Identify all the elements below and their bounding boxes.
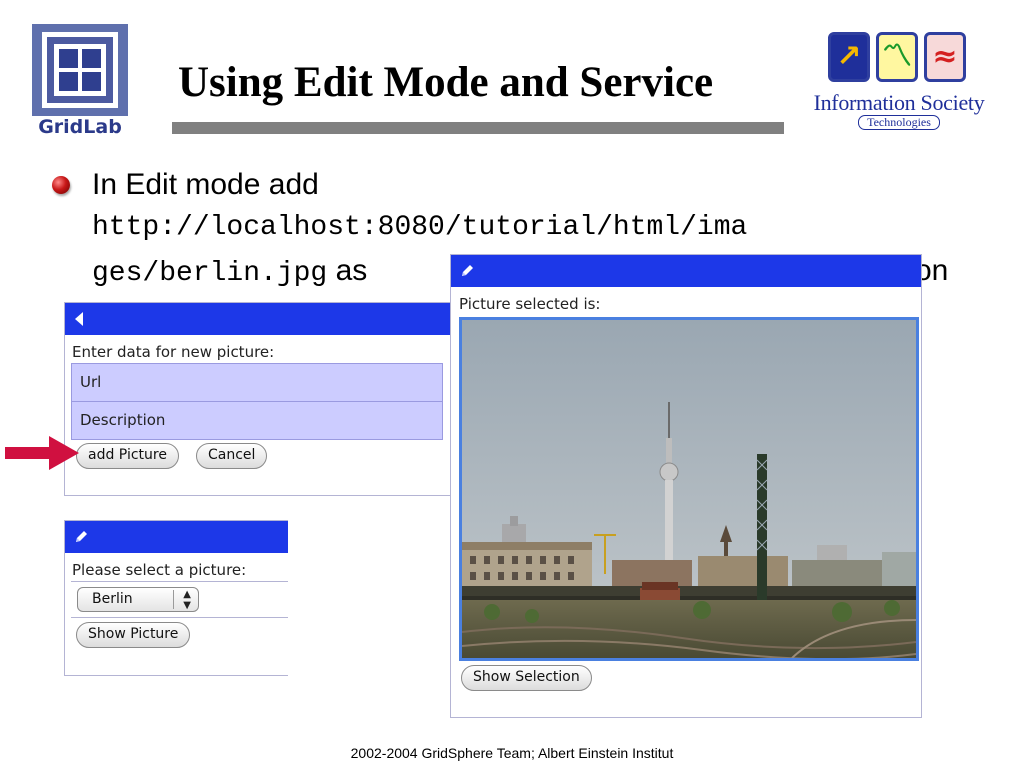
footer-credits: 2002-2004 GridSphere Team; Albert Einste… — [350, 745, 674, 761]
gridlab-logo: GridLab — [32, 24, 128, 138]
gridlab-logo-mark — [32, 24, 128, 116]
pointer-arrow-icon — [5, 436, 79, 470]
show-selection-button[interactable]: Show Selection — [461, 665, 592, 691]
bullet-icon — [52, 176, 70, 194]
ist-logo-name: Information Society — [813, 90, 985, 115]
portlet-titlebar — [451, 255, 921, 287]
portlet-titlebar — [65, 521, 288, 553]
back-arrow-icon[interactable] — [75, 312, 83, 326]
add-picture-button[interactable]: add Picture — [76, 443, 179, 469]
picture-selected-heading: Picture selected is: — [459, 295, 601, 313]
portlet-titlebar — [65, 303, 451, 335]
picture-select[interactable]: Berlin ▲ ▼ — [77, 587, 199, 612]
bullet-url-line2: ges/berlin.jpg — [92, 258, 328, 289]
bullet-url-line1: http://localhost:8080/tutorial/html/ima — [92, 212, 748, 243]
add-picture-portlet: Enter data for new picture: Url Descript… — [64, 302, 452, 496]
title-underline — [172, 122, 784, 134]
description-input[interactable]: Description — [71, 401, 443, 440]
ist-logo: ↗ 〽 ≈ Information Society Technologies — [800, 28, 998, 132]
show-picture-button[interactable]: Show Picture — [76, 622, 191, 648]
picture-select-value: Berlin — [92, 591, 133, 607]
select-picture-prompt: Please select a picture: — [72, 561, 247, 579]
ist-logo-mark: ↗ 〽 ≈ — [828, 28, 972, 88]
ist-wave-icon: ≈ — [924, 32, 966, 82]
url-input[interactable]: Url — [71, 363, 443, 402]
gridlab-logo-text: GridLab — [38, 116, 122, 138]
ist-arrow-icon: ↗ — [828, 32, 870, 82]
slide-title: Using Edit Mode and Service — [178, 59, 714, 106]
bullet-trailing: as — [335, 254, 368, 287]
picture-display-portlet: Picture selected is: Show Selection — [450, 254, 922, 718]
pencil-icon[interactable] — [459, 263, 475, 279]
berlin-photo — [459, 317, 919, 661]
new-picture-prompt: Enter data for new picture: — [72, 343, 275, 361]
pencil-icon[interactable] — [73, 529, 89, 545]
select-arrows-icon: ▲ ▼ — [183, 589, 191, 611]
bullet-lead: In Edit mode add — [92, 168, 319, 201]
berlin-skyline-image — [462, 320, 916, 658]
ist-logo-subtitle: Technologies — [858, 115, 940, 130]
cancel-button[interactable]: Cancel — [196, 443, 268, 469]
select-picture-portlet: Please select a picture: Berlin ▲ ▼ Show … — [64, 520, 288, 676]
ist-zigzag-icon: 〽 — [876, 32, 918, 82]
